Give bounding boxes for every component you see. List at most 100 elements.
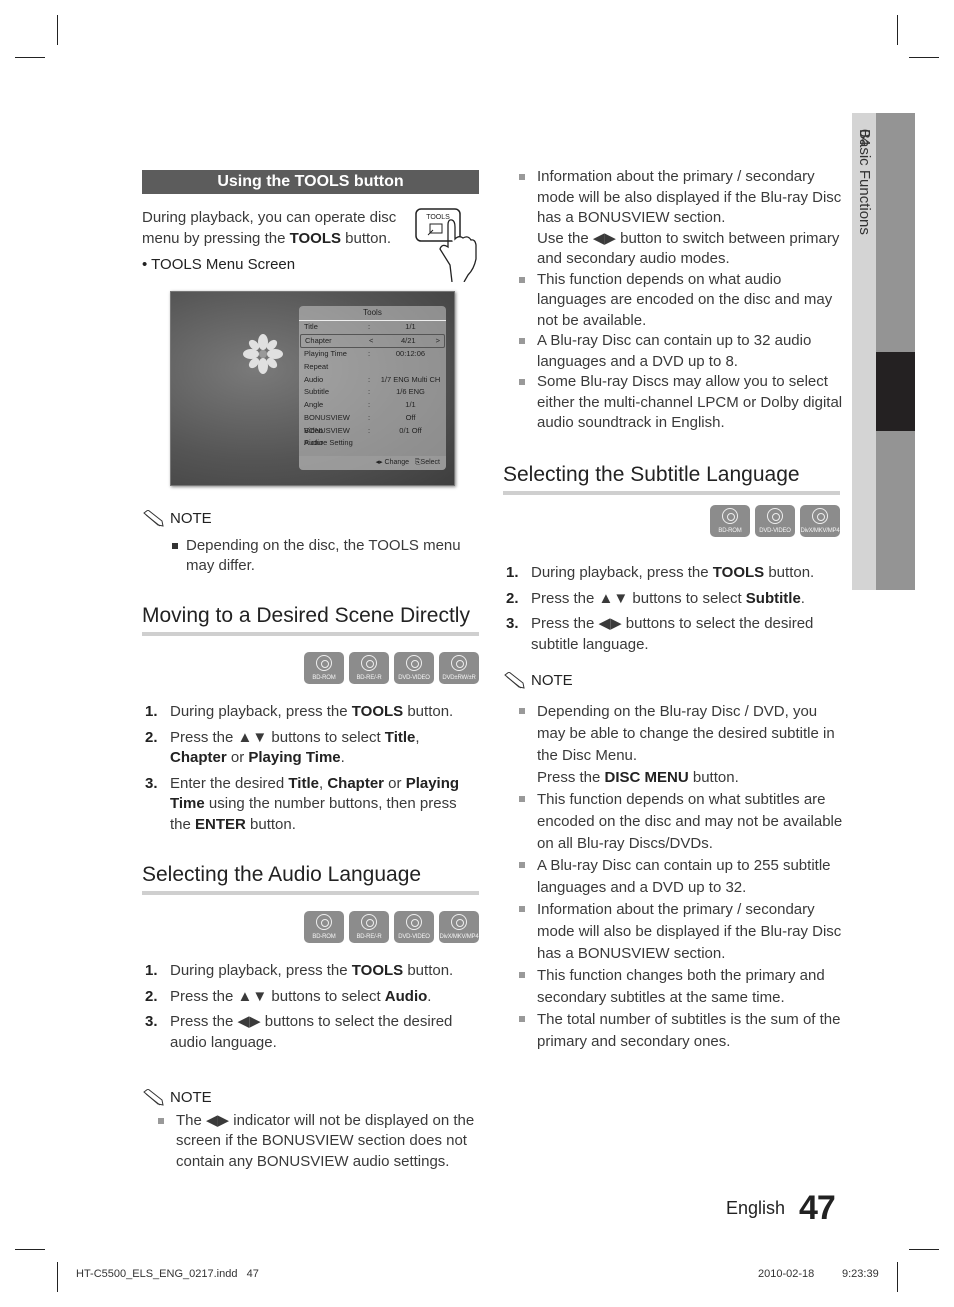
row-value: 0/1 Off [399, 425, 422, 435]
step-text: Press the ▲▼ buttons to select [531, 589, 746, 607]
note-text: Depending on the disc, the TOOLS menu ma… [186, 536, 461, 575]
step-text: During playback, press the [531, 564, 713, 581]
crop-mark [897, 1262, 898, 1292]
step-number: 1. [145, 962, 158, 979]
chapter-tab-active-marker [876, 352, 915, 431]
row-key: Audio [304, 374, 324, 384]
audio-section: Selecting the Audio Language BD-ROM BD-RE… [142, 862, 479, 1058]
disc-icons: BD-ROM DVD-VIDEO DivX/MKV/MP4 [503, 505, 840, 537]
note-text: This function depends on what subtitles … [537, 791, 843, 852]
row-value [380, 437, 441, 450]
step-text: Press the ▲▼ buttons to select [170, 987, 385, 1005]
note-item: Depending on the Blu-ray Disc / DVD, you… [503, 701, 843, 789]
tools-menu-row[interactable]: Repeat [299, 361, 446, 374]
tools-menu-row[interactable]: Chapter <4/21 > [300, 333, 445, 349]
note-header: NOTE [503, 670, 843, 692]
tools-menu-row[interactable]: Title: 1/1 [299, 321, 446, 334]
disc-type-label: DVD-VIDEO [759, 528, 791, 534]
step-keyword: Title [384, 728, 416, 746]
row-value [380, 361, 441, 374]
tools-menu-row[interactable]: Picture Setting [299, 437, 446, 450]
step-item: 1. During playback, press the TOOLS butto… [142, 702, 479, 723]
note-item: The ◀▶ indicator will not be displayed o… [142, 1111, 479, 1173]
audio-notes-list: Information about the primary / secondar… [503, 167, 843, 434]
footer-select: Select [420, 459, 440, 466]
crop-mark [15, 57, 45, 58]
step-keyword: Playing Time [248, 749, 341, 766]
tools-note: NOTE Depending on the disc, the TOOLS me… [142, 509, 479, 577]
step-number: 3. [145, 1013, 158, 1030]
note-item: The total number of subtitles is the sum… [503, 1009, 843, 1053]
pencil-note-icon [143, 1089, 164, 1106]
step-text: or [384, 774, 406, 792]
step-number: 3. [506, 615, 519, 632]
step-text: Press the ◀▶ buttons to select the desir… [170, 1013, 453, 1051]
note-item: A Blu-ray Disc can contain up to 255 sub… [503, 855, 843, 899]
row-sep: : [368, 412, 371, 422]
right-arrow-icon: > [435, 335, 440, 345]
step-text: During playback, press the [170, 703, 352, 720]
disc-type-icon: BD-ROM [304, 652, 344, 684]
row-sep: : [368, 387, 371, 397]
tools-section-title: Using the TOOLS button [142, 170, 479, 194]
note-header: NOTE [142, 509, 479, 530]
note-item: Information about the primary / secondar… [503, 167, 843, 270]
step-item: 2. Press the ▲▼ buttons to select Title, … [142, 728, 479, 769]
step-text: button. [245, 815, 296, 833]
bullet-square [519, 379, 525, 385]
disc-type-icon: DVD±RW/±R [439, 652, 479, 684]
step-text: button. [764, 564, 815, 581]
disc-icon [406, 914, 422, 930]
note-keyword: DISC MENU [604, 769, 689, 786]
step-text: . [800, 589, 805, 607]
row-sep: : [368, 374, 371, 384]
subtitle-section-title: Selecting the Subtitle Language [503, 462, 840, 495]
row-sep: : [368, 322, 371, 331]
disc-icon [361, 914, 377, 930]
row-value: 1/6 ENG [396, 387, 425, 397]
crop-mark [897, 15, 898, 45]
note-text: This function depends on what audio lang… [537, 270, 833, 329]
row-value: 1/1 [405, 400, 416, 410]
row-key: Angle [304, 400, 324, 410]
tools-menu-row[interactable]: Playing Time: 00:12:06 [299, 348, 446, 361]
crop-mark [15, 1249, 45, 1250]
tools-menu-row[interactable]: BONUSVIEW Audio: 0/1 Off [299, 425, 446, 448]
row-key: Repeat [304, 362, 329, 372]
disc-type-label: DivX/MKV/MP4 [800, 528, 840, 534]
tools-menu-footer: ◂▸ Change ⎘Select [299, 456, 446, 470]
disc-icon [451, 655, 467, 671]
step-text: or [226, 749, 249, 766]
note-text: This function changes both the primary a… [537, 967, 825, 1006]
step-keyword: Chapter [327, 774, 385, 792]
disc-type-icon: DivX/MKV/MP4 [439, 911, 479, 943]
step-text: . [427, 987, 432, 1005]
bullet-square [519, 338, 525, 344]
disc-type-label: DVD-VIDEO [398, 934, 430, 940]
disc-type-icon: BD-ROM [304, 911, 344, 943]
tools-menu-row[interactable]: BONUSVIEW Video: Off [299, 412, 446, 435]
step-number: 1. [506, 564, 519, 581]
note-item: This function changes both the primary a… [503, 965, 843, 1009]
note-text: button. [688, 769, 739, 786]
note-item: Some Blu-ray Discs may allow you to sele… [503, 372, 843, 434]
row-key: BONUSVIEW Audio [304, 425, 350, 448]
step-keyword: Chapter [170, 749, 227, 766]
step-item: 1. During playback, press the TOOLS butto… [142, 961, 479, 982]
row-sep: < [369, 335, 374, 345]
tools-menu-row[interactable]: Subtitle: 1/6 ENG [299, 386, 446, 399]
step-item: 1. During playback, press the TOOLS butto… [503, 563, 840, 584]
tools-menu-row[interactable]: Audio:1/7 ENG Multi CH [299, 374, 446, 387]
note-text: Information about the primary / secondar… [537, 168, 842, 267]
scene-section: Moving to a Desired Scene Directly BD-RO… [142, 603, 479, 840]
audio-section-title: Selecting the Audio Language [142, 862, 479, 895]
scene-section-title: Moving to a Desired Scene Directly [142, 603, 479, 636]
tools-menu-row[interactable]: Angle: 1/1 [299, 399, 446, 412]
step-keyword: TOOLS [712, 564, 765, 581]
audio-steps: 1. During playback, press the TOOLS butto… [142, 961, 479, 1053]
disc-icons: BD-ROM BD-RE/-R DVD-VIDEO DVD±RW/±R [142, 652, 479, 684]
note-list: Depending on the Blu-ray Disc / DVD, you… [503, 701, 843, 1053]
bullet-square [519, 1016, 525, 1022]
step-item: 2. Press the ▲▼ buttons to select Audio. [142, 987, 479, 1008]
step-text: button. [403, 962, 454, 979]
